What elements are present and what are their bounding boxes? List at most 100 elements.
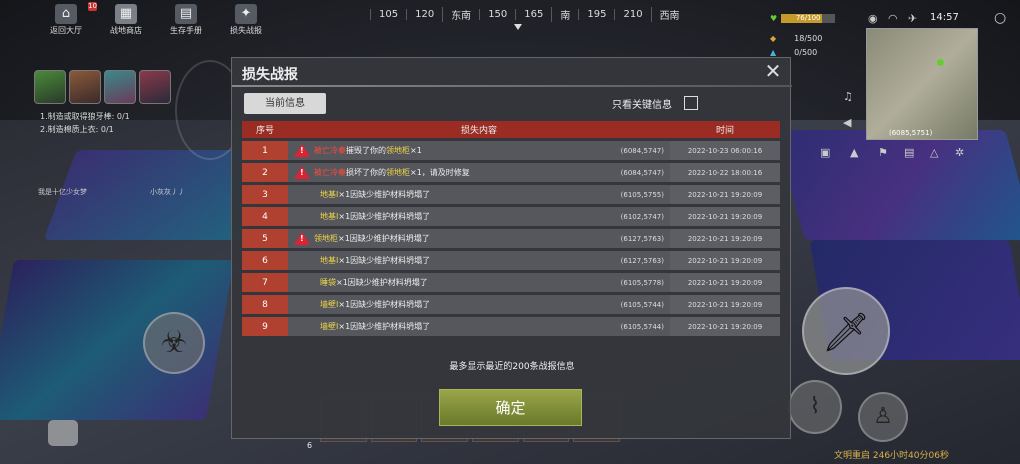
tab-current-info[interactable]: 当前信息: [244, 93, 326, 114]
row-time: 2022-10-21 19:20:09: [670, 207, 780, 226]
row-content: 地基Ⅰ×1因缺少维护材料坍塌了: [288, 185, 589, 204]
menu-icon[interactable]: ○: [994, 10, 1006, 26]
row-index: 6: [242, 251, 288, 270]
key-only-checkbox[interactable]: [684, 96, 698, 110]
content-fragment: 损坏了你的: [346, 168, 386, 177]
nav-shop[interactable]: ▦ 战地商店: [100, 2, 152, 36]
row-time: 2022-10-21 19:20:09: [670, 273, 780, 292]
knife-attack-button[interactable]: 🗡: [802, 287, 890, 375]
row-content: 被亡冷秦摧毁了你的领地柜×1: [288, 141, 589, 160]
avatar[interactable]: [69, 70, 101, 104]
row-coordinates: (6105,5778): [588, 273, 670, 292]
content-fragment: 墙壁Ⅰ: [320, 322, 339, 331]
compass-tick: 210: [614, 8, 650, 20]
alert-icon[interactable]: △: [930, 146, 938, 159]
book-icon: ▤: [175, 4, 197, 24]
loss-report-table: 序号 损失内容 时间 1被亡冷秦摧毁了你的领地柜×1(6084,5747)202…: [242, 118, 780, 339]
compass-tick: 西南: [650, 6, 688, 22]
biohazard-button[interactable]: ☣: [143, 312, 205, 374]
content-fragment: 摧毁了你的: [346, 146, 386, 155]
row-time: 2022-10-21 19:20:09: [670, 295, 780, 314]
chat-button[interactable]: [48, 420, 78, 446]
avatar[interactable]: [139, 70, 171, 104]
tool-icon[interactable]: ▣: [820, 146, 830, 159]
row-time: 2022-10-22 18:00:16: [670, 163, 780, 182]
player-name-tag: 我是十亿少女梦: [38, 188, 87, 196]
signal-icon: ◉: [868, 12, 878, 25]
top-nav: ⌂ 返回大厅 ▦ 战地商店 ▤ 生存手册 ✦ 损失战报: [40, 2, 272, 36]
bag-icon[interactable]: ▤: [904, 146, 914, 159]
row-content: 睡袋×1因缺少维护材料坍塌了: [288, 273, 589, 292]
helmet-icon[interactable]: ▲: [850, 146, 858, 159]
row-coordinates: (6105,5744): [588, 295, 670, 314]
heart-icon: ♥: [770, 14, 778, 23]
home-icon: ⌂: [55, 4, 77, 24]
content-fragment: 被亡冷秦: [314, 146, 346, 155]
content-fragment: 领地柜: [386, 168, 410, 177]
player-name-tag: 小灰灰丿丿: [150, 188, 185, 196]
gear-icon[interactable]: ✲: [955, 146, 964, 159]
row-time: 2022-10-21 19:20:09: [670, 251, 780, 270]
row-time: 2022-10-21 19:20:09: [670, 185, 780, 204]
task-item[interactable]: 1.制造或取得狼牙棒: 0/1: [40, 111, 130, 122]
confirm-button[interactable]: 确定: [439, 389, 582, 426]
content-fragment: ×1因缺少维护材料坍塌了: [338, 322, 431, 331]
content-fragment: 领地柜: [386, 146, 410, 155]
close-icon[interactable]: ✕: [762, 60, 784, 82]
restart-timer: 文明重启 246小时40分06秒: [834, 451, 949, 461]
map-coordinates: (6085,5751): [889, 129, 933, 137]
content-fragment: 睡袋: [320, 278, 336, 287]
row-index: 8: [242, 295, 288, 314]
nav-loss-report[interactable]: ✦ 损失战报: [220, 2, 272, 36]
notification-badge: 10: [88, 2, 97, 11]
player-marker-icon: [937, 59, 944, 66]
nav-manual[interactable]: ▤ 生存手册: [160, 2, 212, 36]
compass-tick: 150: [479, 8, 515, 20]
warning-icon: [294, 166, 310, 179]
row-content: 地基Ⅰ×1因缺少维护材料坍塌了: [288, 251, 589, 270]
vehicle-decoration: [775, 130, 1020, 240]
settings-icon[interactable]: ✈: [908, 12, 917, 25]
nav-lobby[interactable]: ⌂ 返回大厅: [40, 2, 92, 36]
row-time: 2022-10-23 06:00:16: [670, 141, 780, 160]
row-coordinates: (6084,5747): [588, 163, 670, 182]
loss-report-icon: ✦: [235, 4, 257, 24]
row-index: 1: [242, 141, 288, 160]
table-row: 6 地基Ⅰ×1因缺少维护材料坍塌了 (6127,5763) 2022-10-21 19…: [242, 251, 780, 270]
row-coordinates: (6105,5755): [588, 185, 670, 204]
table-row: 1被亡冷秦摧毁了你的领地柜×1(6084,5747)2022-10-23 06:…: [242, 141, 780, 160]
table-row: 4 地基Ⅰ×1因缺少维护材料坍塌了 (6102,5747) 2022-10-21 19…: [242, 207, 780, 226]
content-fragment: 地基Ⅰ: [320, 212, 339, 221]
clock: 14:57: [930, 12, 959, 23]
compass-tick: 东南: [442, 6, 479, 22]
task-item[interactable]: 2.制造棉质上衣: 0/1: [40, 124, 114, 135]
row-index: 2: [242, 163, 288, 182]
table-row: 3 地基Ⅰ×1因缺少维护材料坍塌了 (6105,5755) 2022-10-21 19…: [242, 185, 780, 204]
speaker-icon[interactable]: ◀: [843, 116, 851, 129]
warning-icon: [294, 232, 310, 245]
table-row: 9 墙壁Ⅰ×1因缺少维护材料坍塌了 (6105,5744) 2022-10-21 19…: [242, 317, 780, 336]
compass-tick: 南: [551, 6, 578, 22]
row-time: 2022-10-21 19:20:09: [670, 229, 780, 248]
loss-report-dialog: 损失战报 ✕ 当前信息 只看关键信息 序号 损失内容 时间 1被亡冷秦摧毁了你的…: [231, 57, 792, 439]
compass-tick: 105: [370, 8, 406, 20]
team-avatars: [34, 70, 171, 104]
avatar[interactable]: [34, 70, 66, 104]
column-header-content: 损失内容: [288, 121, 670, 138]
row-coordinates: (6127,5763): [588, 251, 670, 270]
flag-icon[interactable]: ⚑: [878, 146, 888, 159]
avatar[interactable]: [104, 70, 136, 104]
content-fragment: 被亡冷秦: [314, 168, 346, 177]
compass-tick: 165: [515, 8, 551, 20]
microphone-icon[interactable]: ♫: [843, 90, 853, 103]
prone-button[interactable]: ⌇: [788, 380, 842, 434]
table-row: 8 墙壁Ⅰ×1因缺少维护材料坍塌了 (6105,5744) 2022-10-21 19…: [242, 295, 780, 314]
crouch-button[interactable]: ♙: [858, 392, 908, 442]
content-fragment: 地基Ⅰ: [320, 256, 339, 265]
table-row: 7 睡袋×1因缺少维护材料坍塌了 (6105,5778) 2022-10-21 19:…: [242, 273, 780, 292]
row-content: 领地柜×1因缺少维护材料坍塌了: [288, 229, 589, 248]
compass-tick: 195: [578, 8, 614, 20]
minimap[interactable]: (6085,5751): [866, 28, 978, 140]
row-content: 墙壁Ⅰ×1因缺少维护材料坍塌了: [288, 295, 589, 314]
row-content: 被亡冷秦损坏了你的领地柜×1，请及时修复: [288, 163, 589, 182]
